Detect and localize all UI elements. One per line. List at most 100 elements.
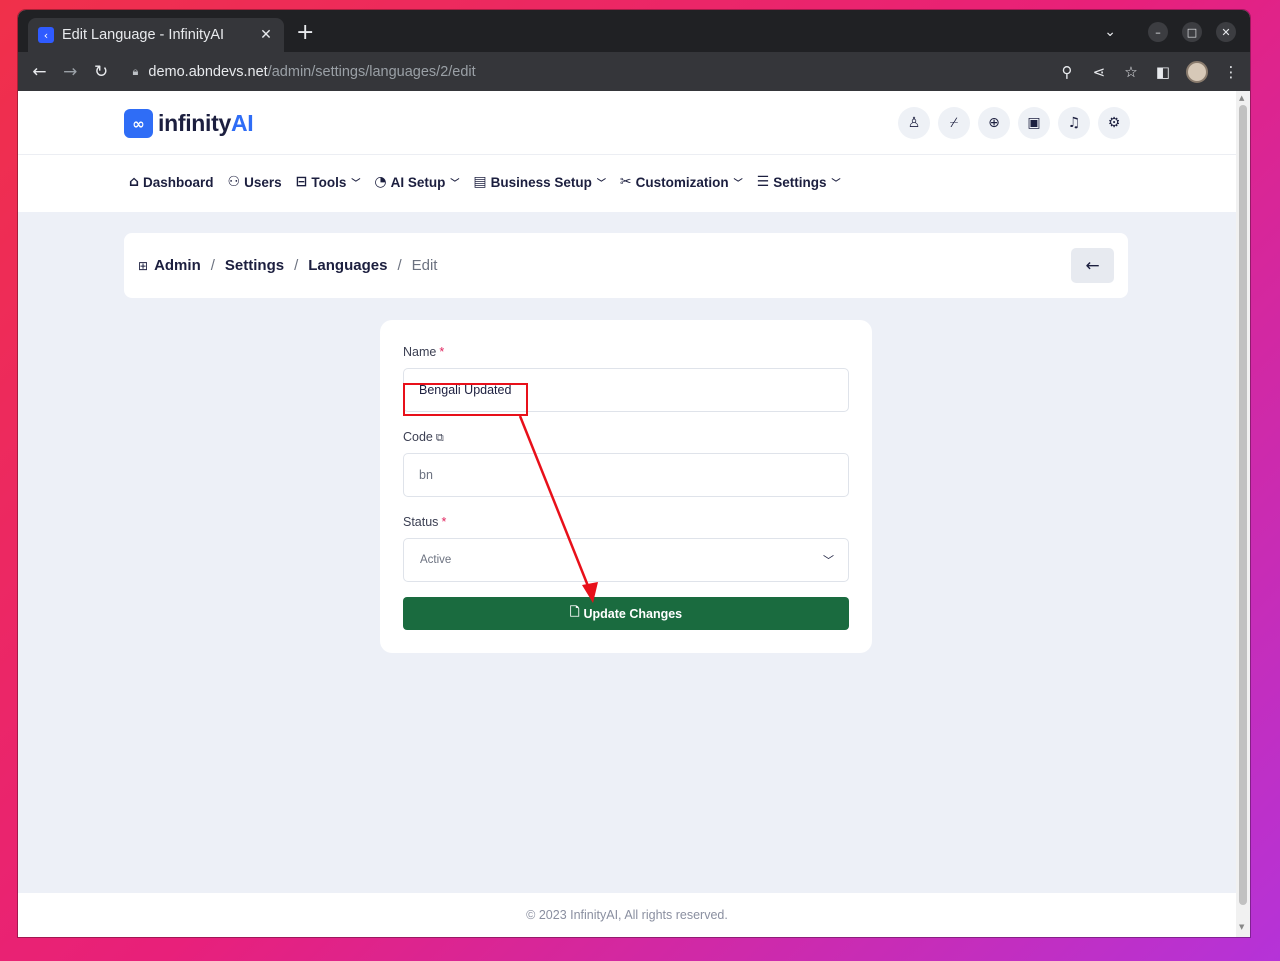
- browser-window: ‹ Edit Language - InfinityAI ✕ + ⌄ – □ ✕…: [18, 10, 1250, 937]
- scroll-down-icon[interactable]: ▼: [1239, 923, 1244, 931]
- tab-search-chevron-icon[interactable]: ⌄: [1104, 24, 1116, 40]
- sliders-icon: ☰: [756, 174, 770, 190]
- required-mark: *: [441, 515, 447, 529]
- url-path: /admin/settings/languages/2/edit: [267, 63, 476, 80]
- back-nav-icon[interactable]: ←: [24, 62, 55, 82]
- logo-text-main: infinity: [158, 110, 231, 136]
- page-content: ∞ infinityAI ♙ ⌿ ⊕ ▣ ♫ ⚙ ⌂ Dashboard ⚇ Use…: [18, 91, 1236, 937]
- nav-users[interactable]: ⚇ Users: [228, 174, 282, 190]
- user-icon[interactable]: ♙: [898, 107, 930, 139]
- nav-settings[interactable]: ☰ Settings ﹀: [757, 174, 841, 190]
- toolbox-icon: ⊟: [295, 174, 308, 190]
- tools-icon: ✂: [619, 174, 632, 190]
- favicon-icon: ‹: [38, 27, 54, 43]
- chevron-down-icon: ﹀: [351, 178, 361, 189]
- breadcrumb-separator: /: [294, 257, 299, 274]
- name-label-text: Name: [403, 345, 437, 359]
- logo-text: infinityAI: [158, 110, 254, 137]
- breadcrumb-separator: /: [397, 257, 402, 274]
- browser-tab[interactable]: ‹ Edit Language - InfinityAI ✕: [28, 18, 284, 52]
- nav-customization[interactable]: ✂ Customization ﹀: [620, 174, 743, 190]
- users-icon: ⚇: [227, 174, 241, 190]
- nav-items: ⌂ Dashboard ⚇ Users ⊟ Tools ﹀ ◔ AI Setup ﹀ ▤ Bu…: [129, 174, 841, 190]
- nav-ai-setup[interactable]: ◔ AI Setup ﹀: [374, 174, 459, 190]
- chevron-down-icon: ﹀: [733, 178, 743, 189]
- back-button[interactable]: ←: [1071, 248, 1114, 283]
- maximize-icon[interactable]: □: [1182, 22, 1202, 42]
- nav-label: Settings: [773, 174, 827, 190]
- nav-dashboard[interactable]: ⌂ Dashboard: [129, 174, 214, 190]
- url-host: demo.abndevs.net: [148, 63, 268, 80]
- nav-label: AI Setup: [390, 174, 446, 190]
- toolbar-actions: ⚲ ⋖ ☆ ◧ ⋮: [1058, 60, 1240, 83]
- breadcrumb-settings[interactable]: Settings: [225, 257, 284, 274]
- bell-icon[interactable]: ♫: [1058, 107, 1090, 139]
- chevron-down-icon: ﹀: [831, 178, 841, 189]
- profile-avatar[interactable]: [1186, 60, 1208, 83]
- chevron-down-icon: ﹀: [596, 178, 606, 189]
- zoom-icon[interactable]: ⚲: [1058, 63, 1076, 81]
- status-label: Status *: [403, 515, 446, 529]
- breadcrumb-separator: /: [210, 257, 215, 274]
- code-label: Code ⧉: [403, 430, 444, 445]
- menu-kebab-icon[interactable]: ⋮: [1222, 63, 1240, 81]
- nav-label: Tools: [311, 174, 347, 190]
- reload-icon[interactable]: ↻: [86, 62, 117, 82]
- file-icon: 🗋︎: [569, 605, 580, 619]
- forward-nav-icon[interactable]: →: [55, 62, 86, 82]
- side-panel-icon[interactable]: ◧: [1154, 63, 1172, 81]
- annotation-highlight-box: [403, 383, 528, 416]
- status-select-value: Active: [420, 554, 452, 566]
- breadcrumb-languages[interactable]: Languages: [308, 257, 387, 274]
- nav-label: Dashboard: [143, 174, 214, 190]
- tab-close-icon[interactable]: ✕: [258, 27, 274, 43]
- dashboard-grid-icon: ⊞: [138, 258, 149, 273]
- code-field[interactable]: bn: [403, 453, 849, 497]
- browser-toolbar: ← → ↻ 🔒︎ demo.abndevs.net /admin/setting…: [18, 52, 1250, 91]
- status-select[interactable]: Active ﹀: [403, 538, 849, 582]
- address-bar[interactable]: 🔒︎ demo.abndevs.net /admin/settings/lang…: [133, 58, 1058, 86]
- new-tab-button[interactable]: +: [296, 22, 314, 44]
- building-icon: ▤: [473, 174, 487, 190]
- nav-tools[interactable]: ⊟ Tools ﹀: [296, 174, 361, 190]
- scroll-up-icon[interactable]: ▲: [1239, 94, 1244, 102]
- name-label: Name *: [403, 345, 444, 359]
- required-mark: *: [439, 345, 445, 359]
- gauge-icon: ◔: [374, 174, 387, 190]
- status-label-text: Status: [403, 515, 439, 529]
- nav-label: Customization: [635, 174, 729, 190]
- main-nav: ⌂ Dashboard ⚇ Users ⊟ Tools ﹀ ◔ AI Setup ﹀ ▤ Bu…: [18, 155, 1236, 212]
- code-label-text: Code: [403, 430, 433, 444]
- home-icon: ⌂: [129, 174, 140, 190]
- scroll-thumb[interactable]: [1239, 105, 1247, 905]
- header-icons: ♙ ⌿ ⊕ ▣ ♫ ⚙: [898, 107, 1130, 139]
- chevron-down-icon: ﹀: [450, 178, 460, 189]
- breadcrumb-current: Edit: [411, 257, 438, 274]
- logo-text-accent: AI: [230, 110, 254, 136]
- id-card-icon[interactable]: ▣: [1018, 107, 1050, 139]
- nav-business-setup[interactable]: ▤ Business Setup ﹀: [473, 174, 606, 190]
- share-icon[interactable]: ⋖: [1090, 63, 1108, 81]
- edit-language-form: Name * Bengali Updated Code ⧉ bn Status * A…: [380, 320, 872, 653]
- tab-title: Edit Language - InfinityAI: [62, 27, 225, 43]
- logo[interactable]: ∞ infinityAI: [124, 109, 254, 138]
- nav-label: Users: [244, 174, 282, 190]
- tab-strip: ‹ Edit Language - InfinityAI ✕ + ⌄ – □ ✕: [18, 10, 1250, 52]
- broom-icon[interactable]: ⌿: [938, 107, 970, 139]
- page-scrollbar[interactable]: ▲ ▼: [1236, 91, 1250, 937]
- breadcrumb-card: ⊞ Admin / Settings / Languages / Edit ←: [124, 233, 1128, 298]
- site-footer: © 2023 InfinityAI, All rights reserved.: [18, 893, 1236, 937]
- lock-icon: 🔒︎: [132, 64, 139, 78]
- close-window-icon[interactable]: ✕: [1216, 22, 1236, 42]
- window-controls: ⌄ – □ ✕: [1104, 22, 1236, 42]
- breadcrumb-admin[interactable]: Admin: [154, 257, 201, 274]
- minimize-icon[interactable]: –: [1148, 22, 1168, 42]
- bookmark-star-icon[interactable]: ☆: [1122, 63, 1140, 81]
- logo-mark-icon: ∞: [124, 109, 153, 138]
- update-changes-button[interactable]: 🗋︎ Update Changes: [403, 597, 849, 630]
- nav-label: Business Setup: [490, 174, 592, 190]
- update-changes-label: Update Changes: [583, 606, 683, 621]
- translate-icon: ⧉: [435, 431, 444, 444]
- globe-icon[interactable]: ⊕: [978, 107, 1010, 139]
- user-settings-icon[interactable]: ⚙: [1098, 107, 1130, 139]
